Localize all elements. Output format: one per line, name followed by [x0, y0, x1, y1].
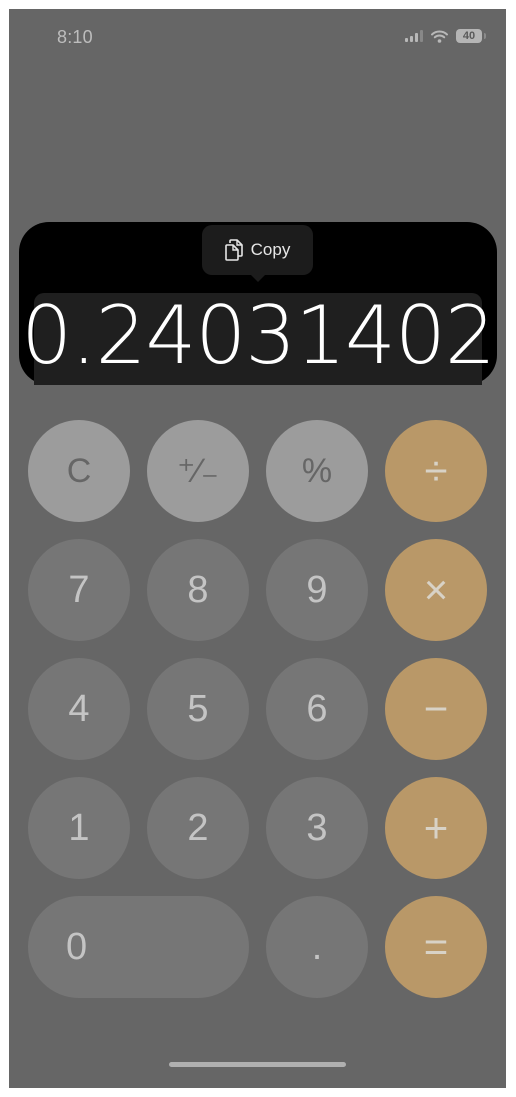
- key-5[interactable]: 5: [147, 658, 249, 760]
- key-label: .: [311, 925, 323, 968]
- status-time: 8:10: [57, 27, 93, 47]
- key-9[interactable]: 9: [266, 539, 368, 641]
- key-1[interactable]: 1: [28, 777, 130, 879]
- key-7[interactable]: 7: [28, 539, 130, 641]
- display-panel: 0.24031402 Copy: [19, 222, 497, 385]
- key-label: 2: [187, 806, 209, 849]
- key-label: 6: [306, 687, 328, 730]
- battery-level: 40: [462, 30, 476, 42]
- key-label: 7: [68, 568, 90, 611]
- key-plus-minus[interactable]: ⁺∕₋: [147, 420, 249, 522]
- key-label: +: [423, 804, 449, 851]
- wifi-icon: [431, 30, 448, 43]
- key-equals[interactable]: =: [385, 896, 487, 998]
- status-icons: 40: [405, 29, 486, 43]
- key-clear[interactable]: C: [28, 420, 130, 522]
- key-2[interactable]: 2: [147, 777, 249, 879]
- key-label: ⁺∕₋: [177, 452, 219, 490]
- key-multiply[interactable]: ×: [385, 539, 487, 641]
- key-0[interactable]: 0: [28, 896, 249, 998]
- key-minus[interactable]: −: [385, 658, 487, 760]
- key-label: 8: [187, 568, 209, 611]
- copy-label: Copy: [250, 240, 291, 259]
- key-6[interactable]: 6: [266, 658, 368, 760]
- key-8[interactable]: 8: [147, 539, 249, 641]
- key-label: ÷: [424, 447, 448, 494]
- copy-button[interactable]: Copy: [202, 225, 313, 282]
- result-display[interactable]: 0.24031402: [19, 286, 497, 386]
- key-decimal[interactable]: .: [266, 896, 368, 998]
- calculator-screen: 8:10 40 0.24031402 Copy C ⁺∕₋% ÷ 7 8 9 × 4 5 6 − 1 2…: [9, 9, 506, 1088]
- key-label: −: [423, 685, 449, 732]
- key-plus[interactable]: +: [385, 777, 487, 879]
- key-label: 1: [68, 806, 90, 849]
- key-label: ×: [423, 566, 449, 613]
- key-percent[interactable]: %: [266, 420, 368, 522]
- key-label: 0: [66, 925, 88, 968]
- copy-document-icon: [224, 239, 243, 261]
- key-label: C: [66, 451, 92, 490]
- key-divide[interactable]: ÷: [385, 420, 487, 522]
- key-label: 5: [187, 687, 209, 730]
- key-label: =: [423, 923, 449, 970]
- key-label: %: [301, 451, 333, 490]
- battery-icon: 40: [456, 29, 486, 43]
- key-label: 3: [306, 806, 328, 849]
- key-4[interactable]: 4: [28, 658, 130, 760]
- key-label: 4: [68, 687, 90, 730]
- home-indicator[interactable]: [169, 1062, 346, 1067]
- key-3[interactable]: 3: [266, 777, 368, 879]
- cellular-signal-icon: [405, 30, 423, 42]
- key-label: 9: [306, 568, 328, 611]
